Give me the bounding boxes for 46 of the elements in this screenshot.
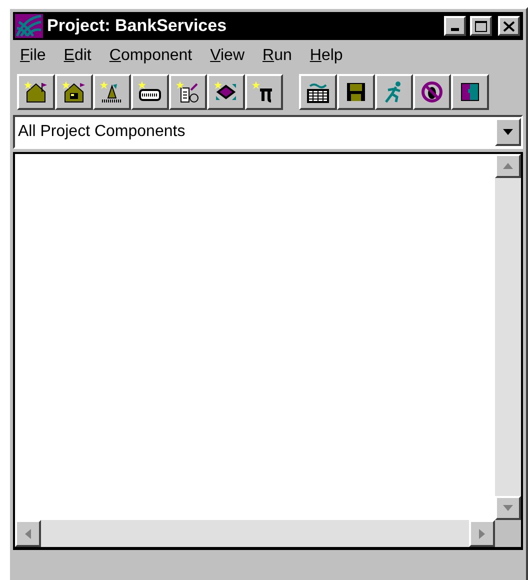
toolbar-button[interactable] — [207, 74, 245, 110]
scroll-left-button[interactable] — [15, 520, 41, 547]
caret-icon — [503, 129, 513, 135]
toolbar-button[interactable] — [413, 74, 451, 110]
toolbar-button[interactable] — [131, 74, 169, 110]
up-arrow-icon — [503, 163, 513, 169]
toolbar-button[interactable] — [245, 74, 283, 110]
menu-item[interactable]: Edit — [64, 44, 92, 68]
save-icon — [344, 80, 368, 104]
panel-icon — [138, 80, 162, 104]
toolbar-button[interactable] — [375, 74, 413, 110]
scrollbar-corner — [495, 520, 521, 547]
globe-icon — [15, 14, 43, 38]
vertical-scrollbar[interactable] — [495, 154, 521, 520]
maximize-button[interactable] — [470, 16, 492, 36]
tower-icon — [100, 80, 124, 104]
house-icon — [24, 80, 48, 104]
scroll-right-button[interactable] — [469, 520, 495, 547]
scroll-up-button[interactable] — [495, 154, 521, 178]
toolbar-button[interactable] — [299, 74, 337, 110]
right-arrow-icon — [479, 528, 485, 538]
horizontal-scrollbar[interactable] — [15, 520, 495, 547]
filter-dropdown[interactable]: All Project Components — [13, 115, 523, 149]
list-icon — [176, 80, 200, 104]
toolbar-button[interactable] — [451, 74, 489, 110]
toolbar-button[interactable] — [337, 74, 375, 110]
down-arrow-icon — [503, 505, 513, 511]
menu-item[interactable]: File — [20, 44, 46, 68]
no-bug-icon — [420, 80, 444, 104]
scroll-down-button[interactable] — [495, 496, 521, 520]
menu-item[interactable]: Run — [262, 44, 292, 68]
puzzle-icon — [458, 80, 482, 104]
close-button[interactable] — [498, 16, 520, 36]
menu-item[interactable]: Component — [109, 44, 192, 68]
minimize-button[interactable] — [444, 16, 466, 36]
menu-item[interactable]: Help — [310, 44, 343, 68]
menu-item[interactable]: View — [210, 44, 245, 68]
window-title: Project: BankServices — [47, 15, 228, 38]
toolbar-button[interactable] — [169, 74, 207, 110]
toolbar-button[interactable] — [55, 74, 93, 110]
toolbar-button[interactable] — [93, 74, 131, 110]
house-icon — [62, 80, 86, 104]
close-icon — [503, 20, 515, 32]
left-arrow-icon — [25, 528, 31, 538]
dropdown-arrow-button[interactable] — [495, 118, 521, 146]
toolbar-button[interactable] — [17, 74, 55, 110]
